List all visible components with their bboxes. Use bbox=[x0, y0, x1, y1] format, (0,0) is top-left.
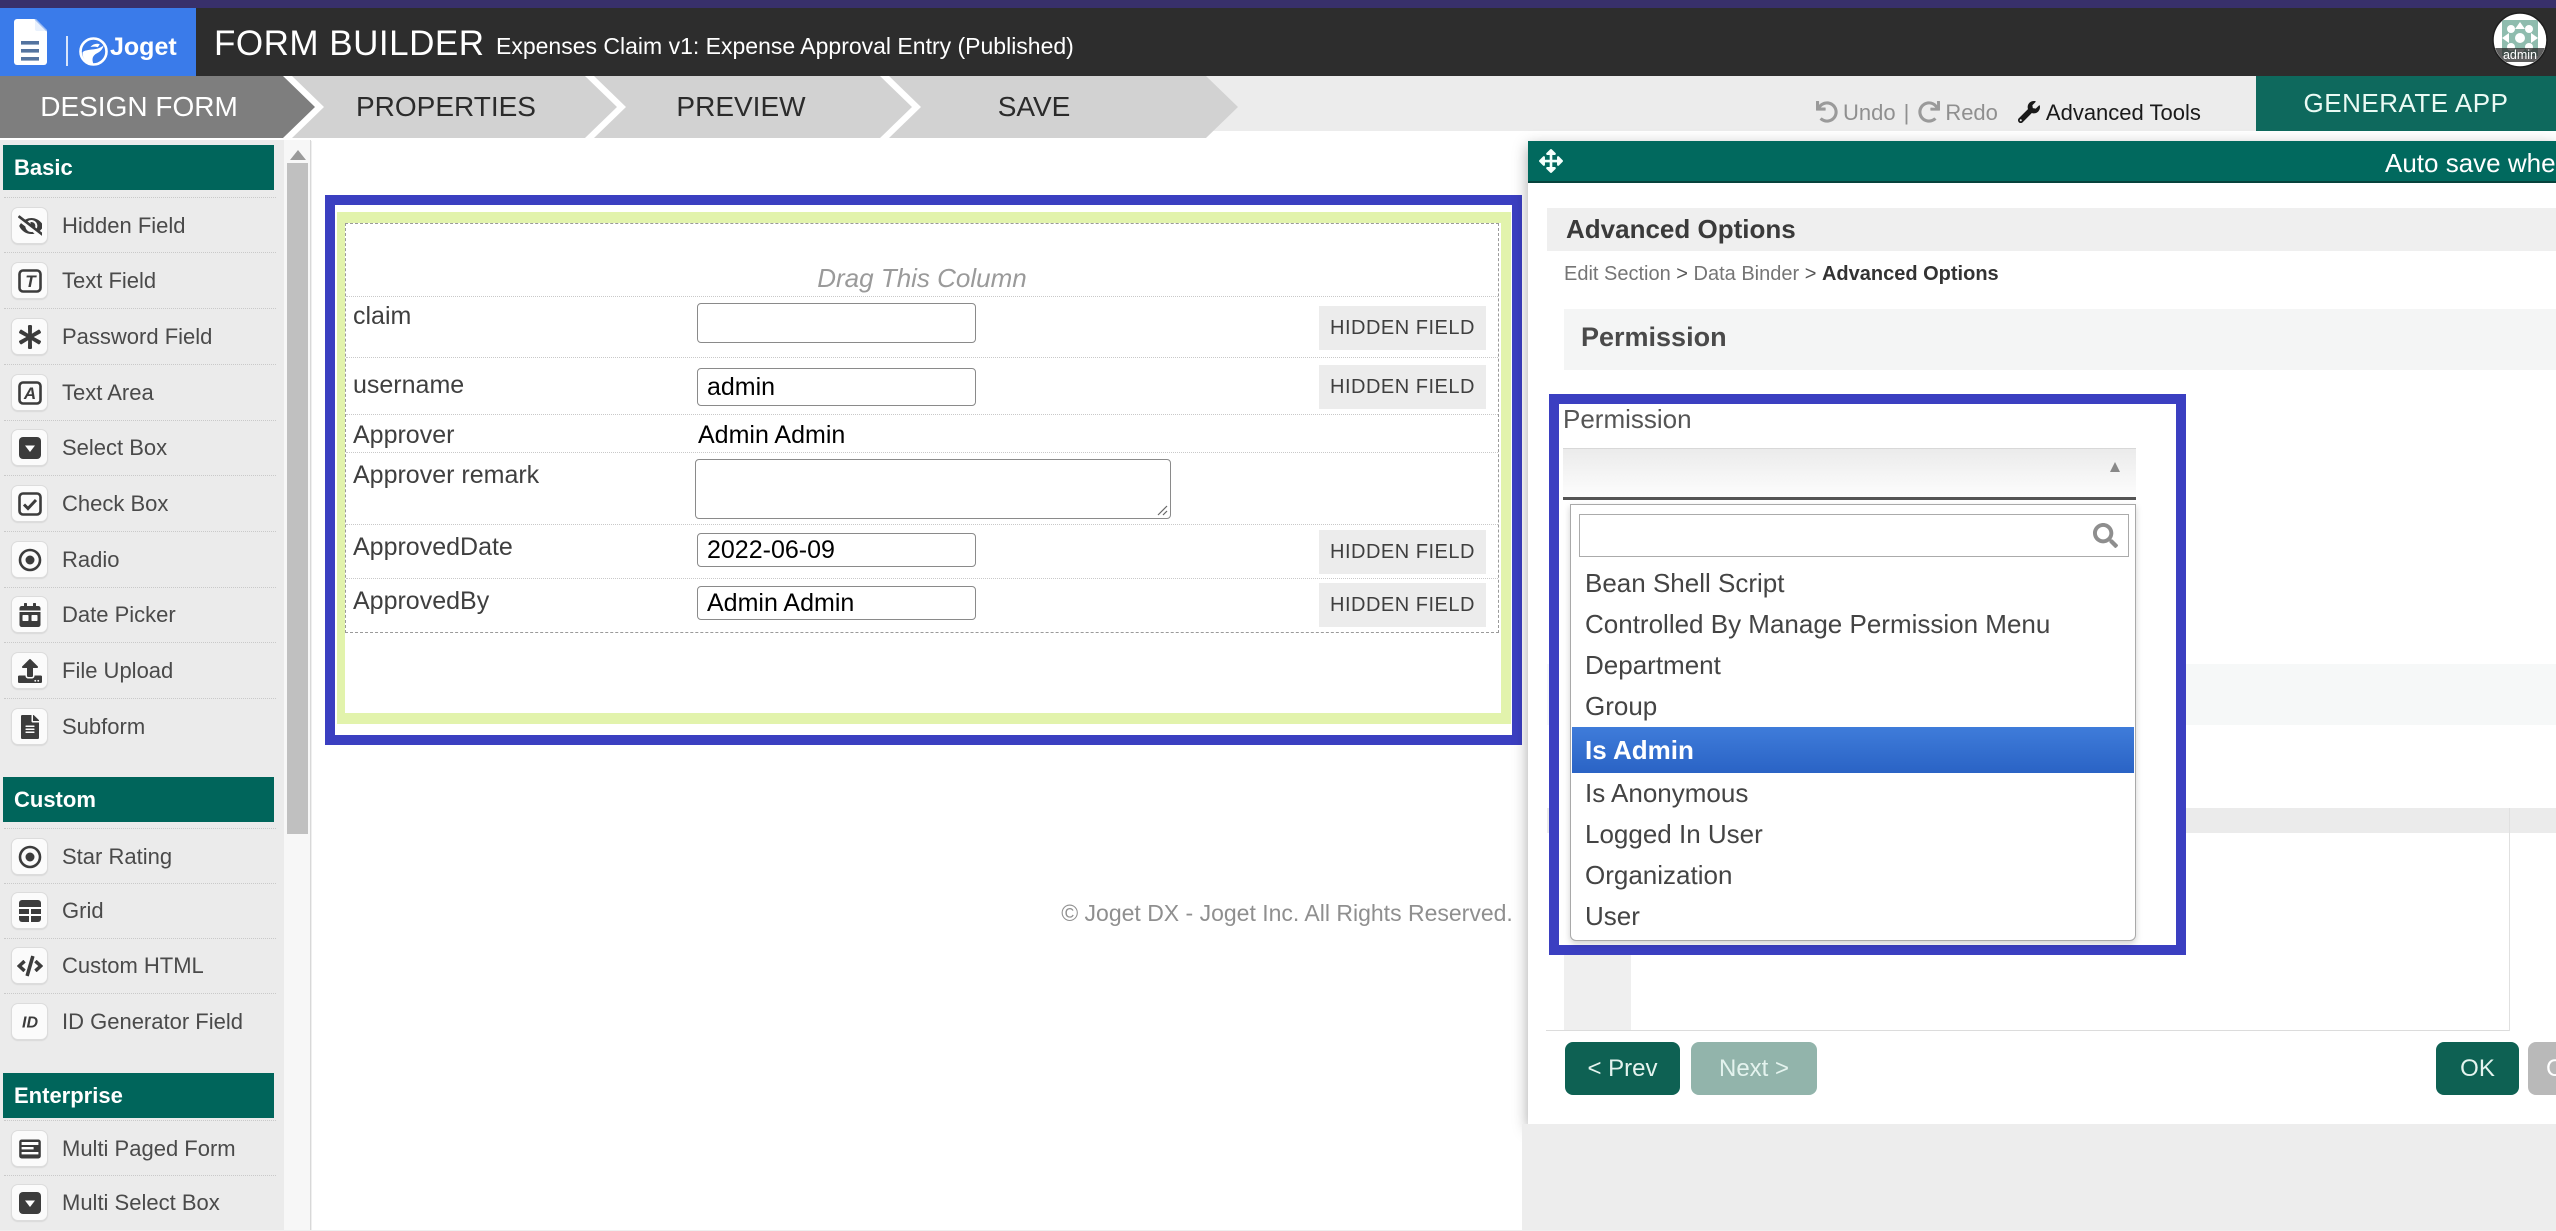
svg-text:T: T bbox=[25, 272, 37, 291]
svg-text:A: A bbox=[22, 384, 35, 403]
svg-text:ID: ID bbox=[22, 1014, 38, 1031]
svg-text:admin: admin bbox=[2503, 48, 2537, 62]
svg-text:SAVE: SAVE bbox=[998, 91, 1071, 122]
svg-text:PREVIEW: PREVIEW bbox=[676, 91, 806, 122]
svg-text:DESIGN FORM: DESIGN FORM bbox=[40, 91, 238, 122]
svg-text:PROPERTIES: PROPERTIES bbox=[356, 91, 536, 122]
